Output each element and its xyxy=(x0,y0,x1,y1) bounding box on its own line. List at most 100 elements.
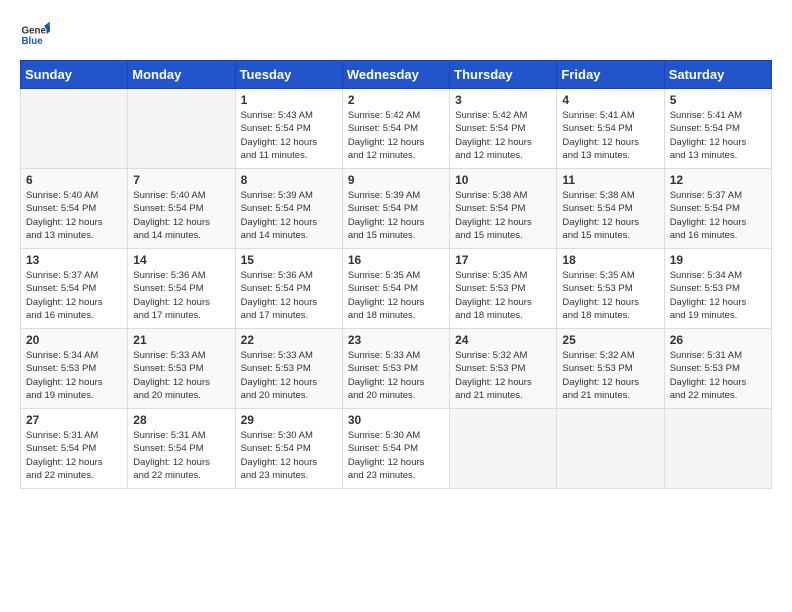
calendar-cell: 24 Sunrise: 5:32 AM Sunset: 5:53 PM Dayli… xyxy=(450,329,557,409)
calendar-cell xyxy=(21,89,128,169)
day-number: 29 xyxy=(241,413,337,427)
calendar-cell: 9 Sunrise: 5:39 AM Sunset: 5:54 PM Daylig… xyxy=(342,169,449,249)
calendar-cell: 7 Sunrise: 5:40 AM Sunset: 5:54 PM Daylig… xyxy=(128,169,235,249)
day-number: 4 xyxy=(562,93,658,107)
day-number: 23 xyxy=(348,333,444,347)
calendar-header-monday: Monday xyxy=(128,61,235,89)
day-info: Sunrise: 5:31 AM Sunset: 5:54 PM Dayligh… xyxy=(133,429,229,482)
day-info: Sunrise: 5:34 AM Sunset: 5:53 PM Dayligh… xyxy=(670,269,766,322)
day-info: Sunrise: 5:33 AM Sunset: 5:53 PM Dayligh… xyxy=(133,349,229,402)
calendar-cell: 26Sunrise: 5:31 AM Sunset: 5:53 PM Dayli… xyxy=(664,329,771,409)
day-number: 20 xyxy=(26,333,122,347)
day-info: Sunrise: 5:35 AM Sunset: 5:53 PM Dayligh… xyxy=(562,269,658,322)
calendar-week-2: 6Sunrise: 5:40 AM Sunset: 5:54 PM Daylig… xyxy=(21,169,772,249)
day-number: 28 xyxy=(133,413,229,427)
calendar-cell: 11 Sunrise: 5:38 AM Sunset: 5:54 PM Dayli… xyxy=(557,169,664,249)
day-info: Sunrise: 5:41 AM Sunset: 5:54 PM Dayligh… xyxy=(562,109,658,162)
day-info: Sunrise: 5:42 AM Sunset: 5:54 PM Dayligh… xyxy=(455,109,551,162)
calendar-header-row: SundayMondayTuesdayWednesdayThursdayFrid… xyxy=(21,61,772,89)
calendar-cell: 28 Sunrise: 5:31 AM Sunset: 5:54 PM Dayli… xyxy=(128,409,235,489)
day-number: 13 xyxy=(26,253,122,267)
day-number: 19 xyxy=(670,253,766,267)
calendar-cell: 1 Sunrise: 5:43 AM Sunset: 5:54 PM Daylig… xyxy=(235,89,342,169)
logo-icon: General Blue xyxy=(20,20,50,50)
calendar-header-saturday: Saturday xyxy=(664,61,771,89)
calendar-cell: 10Sunrise: 5:38 AM Sunset: 5:54 PM Dayli… xyxy=(450,169,557,249)
day-info: Sunrise: 5:34 AM Sunset: 5:53 PM Dayligh… xyxy=(26,349,122,402)
day-number: 15 xyxy=(241,253,337,267)
calendar-cell: 4 Sunrise: 5:41 AM Sunset: 5:54 PM Daylig… xyxy=(557,89,664,169)
calendar-header-friday: Friday xyxy=(557,61,664,89)
day-number: 11 xyxy=(562,173,658,187)
calendar-header-sunday: Sunday xyxy=(21,61,128,89)
day-number: 8 xyxy=(241,173,337,187)
calendar-header-wednesday: Wednesday xyxy=(342,61,449,89)
day-info: Sunrise: 5:37 AM Sunset: 5:54 PM Dayligh… xyxy=(670,189,766,242)
logo: General Blue xyxy=(20,20,54,50)
day-number: 2 xyxy=(348,93,444,107)
calendar-cell xyxy=(450,409,557,489)
day-number: 18 xyxy=(562,253,658,267)
calendar-cell: 13Sunrise: 5:37 AM Sunset: 5:54 PM Dayli… xyxy=(21,249,128,329)
day-info: Sunrise: 5:40 AM Sunset: 5:54 PM Dayligh… xyxy=(133,189,229,242)
calendar-cell: 29 Sunrise: 5:30 AM Sunset: 5:54 PM Dayli… xyxy=(235,409,342,489)
day-info: Sunrise: 5:38 AM Sunset: 5:54 PM Dayligh… xyxy=(562,189,658,242)
day-info: Sunrise: 5:40 AM Sunset: 5:54 PM Dayligh… xyxy=(26,189,122,242)
calendar-week-5: 27 Sunrise: 5:31 AM Sunset: 5:54 PM Dayli… xyxy=(21,409,772,489)
calendar-table: SundayMondayTuesdayWednesdayThursdayFrid… xyxy=(20,60,772,489)
calendar-cell: 27 Sunrise: 5:31 AM Sunset: 5:54 PM Dayli… xyxy=(21,409,128,489)
calendar-cell: 25 Sunrise: 5:32 AM Sunset: 5:53 PM Dayli… xyxy=(557,329,664,409)
day-number: 10 xyxy=(455,173,551,187)
calendar-cell: 19 Sunrise: 5:34 AM Sunset: 5:53 PM Dayli… xyxy=(664,249,771,329)
day-number: 1 xyxy=(241,93,337,107)
calendar-cell: 18 Sunrise: 5:35 AM Sunset: 5:53 PM Dayli… xyxy=(557,249,664,329)
calendar-cell: 3 Sunrise: 5:42 AM Sunset: 5:54 PM Daylig… xyxy=(450,89,557,169)
day-info: Sunrise: 5:42 AM Sunset: 5:54 PM Dayligh… xyxy=(348,109,444,162)
calendar-cell: 21 Sunrise: 5:33 AM Sunset: 5:53 PM Dayli… xyxy=(128,329,235,409)
day-info: Sunrise: 5:32 AM Sunset: 5:53 PM Dayligh… xyxy=(455,349,551,402)
day-number: 14 xyxy=(133,253,229,267)
day-number: 9 xyxy=(348,173,444,187)
day-info: Sunrise: 5:35 AM Sunset: 5:53 PM Dayligh… xyxy=(455,269,551,322)
day-number: 22 xyxy=(241,333,337,347)
day-info: Sunrise: 5:39 AM Sunset: 5:54 PM Dayligh… xyxy=(348,189,444,242)
day-info: Sunrise: 5:33 AM Sunset: 5:53 PM Dayligh… xyxy=(241,349,337,402)
calendar-week-1: 1 Sunrise: 5:43 AM Sunset: 5:54 PM Daylig… xyxy=(21,89,772,169)
day-number: 25 xyxy=(562,333,658,347)
page-header: General Blue xyxy=(20,20,772,50)
day-info: Sunrise: 5:43 AM Sunset: 5:54 PM Dayligh… xyxy=(241,109,337,162)
calendar-cell xyxy=(557,409,664,489)
day-info: Sunrise: 5:35 AM Sunset: 5:54 PM Dayligh… xyxy=(348,269,444,322)
day-info: Sunrise: 5:36 AM Sunset: 5:54 PM Dayligh… xyxy=(241,269,337,322)
calendar-cell: 20 Sunrise: 5:34 AM Sunset: 5:53 PM Dayli… xyxy=(21,329,128,409)
day-info: Sunrise: 5:41 AM Sunset: 5:54 PM Dayligh… xyxy=(670,109,766,162)
calendar-cell: 17 Sunrise: 5:35 AM Sunset: 5:53 PM Dayli… xyxy=(450,249,557,329)
day-info: Sunrise: 5:30 AM Sunset: 5:54 PM Dayligh… xyxy=(348,429,444,482)
day-number: 12 xyxy=(670,173,766,187)
day-number: 17 xyxy=(455,253,551,267)
day-number: 16 xyxy=(348,253,444,267)
day-number: 24 xyxy=(455,333,551,347)
day-number: 7 xyxy=(133,173,229,187)
day-number: 30 xyxy=(348,413,444,427)
calendar-week-4: 20 Sunrise: 5:34 AM Sunset: 5:53 PM Dayli… xyxy=(21,329,772,409)
calendar-header-thursday: Thursday xyxy=(450,61,557,89)
day-number: 3 xyxy=(455,93,551,107)
calendar-cell: 2 Sunrise: 5:42 AM Sunset: 5:54 PM Daylig… xyxy=(342,89,449,169)
calendar-cell: 6Sunrise: 5:40 AM Sunset: 5:54 PM Daylig… xyxy=(21,169,128,249)
day-number: 5 xyxy=(670,93,766,107)
calendar-cell: 14Sunrise: 5:36 AM Sunset: 5:54 PM Dayli… xyxy=(128,249,235,329)
calendar-cell: 8Sunrise: 5:39 AM Sunset: 5:54 PM Daylig… xyxy=(235,169,342,249)
day-info: Sunrise: 5:31 AM Sunset: 5:54 PM Dayligh… xyxy=(26,429,122,482)
day-number: 27 xyxy=(26,413,122,427)
calendar-header-tuesday: Tuesday xyxy=(235,61,342,89)
calendar-cell: 15 Sunrise: 5:36 AM Sunset: 5:54 PM Dayli… xyxy=(235,249,342,329)
day-info: Sunrise: 5:32 AM Sunset: 5:53 PM Dayligh… xyxy=(562,349,658,402)
calendar-cell: 30 Sunrise: 5:30 AM Sunset: 5:54 PM Dayli… xyxy=(342,409,449,489)
day-info: Sunrise: 5:30 AM Sunset: 5:54 PM Dayligh… xyxy=(241,429,337,482)
calendar-cell xyxy=(664,409,771,489)
calendar-cell: 23Sunrise: 5:33 AM Sunset: 5:53 PM Dayli… xyxy=(342,329,449,409)
day-info: Sunrise: 5:31 AM Sunset: 5:53 PM Dayligh… xyxy=(670,349,766,402)
day-number: 21 xyxy=(133,333,229,347)
calendar-cell: 22 Sunrise: 5:33 AM Sunset: 5:53 PM Dayli… xyxy=(235,329,342,409)
